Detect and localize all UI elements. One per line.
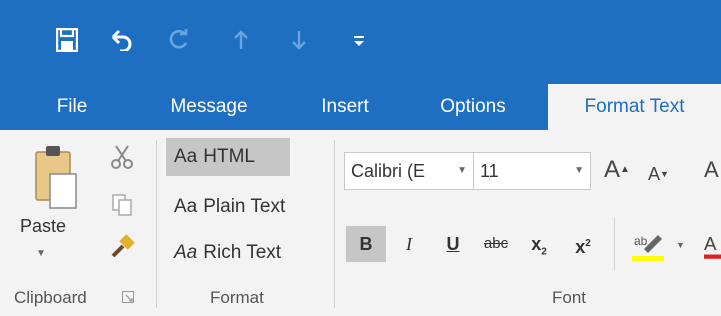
font-group-label: Font	[552, 288, 587, 307]
highlight-color-icon[interactable]: ab	[628, 228, 668, 264]
font-size-value: 11	[480, 161, 499, 181]
ribbon-tabs: File Message Insert Options Format Text	[0, 84, 721, 130]
bold-button[interactable]: B	[346, 226, 386, 262]
format-plain-text-option[interactable]: Aa Plain Text	[166, 188, 312, 226]
superscript-button[interactable]: x2	[568, 226, 598, 262]
font-name-dropdown-icon[interactable]: ▼	[457, 153, 467, 189]
customize-icon[interactable]	[344, 22, 374, 58]
format-html-label: HTML	[203, 146, 255, 167]
font-color-icon[interactable]: A	[704, 228, 721, 264]
cut-icon[interactable]	[108, 144, 136, 170]
format-plain-text-prefix: Aa	[174, 196, 198, 217]
save-icon[interactable]	[52, 22, 82, 58]
font-separator	[614, 218, 615, 270]
paste-button[interactable]	[14, 140, 84, 270]
clipboard-dialog-launcher-icon[interactable]	[120, 288, 136, 306]
change-case-icon[interactable]: A	[704, 152, 719, 188]
font-name-value: Calibri (E	[351, 161, 426, 181]
group-separator	[334, 140, 335, 308]
tab-options[interactable]: Options	[412, 84, 534, 130]
font-name-combobox[interactable]: Calibri (E ▼	[344, 152, 474, 190]
paste-dropdown-icon[interactable]: ▼	[36, 248, 46, 259]
quick-access-toolbar	[0, 0, 721, 84]
format-rich-text-label: Rich Text	[203, 242, 282, 263]
strikethrough-button[interactable]: abc	[478, 226, 514, 262]
up-arrow-icon[interactable]	[226, 22, 256, 58]
format-rich-text-option[interactable]: Aa Rich Text	[166, 234, 312, 272]
subscript-button[interactable]: x2	[524, 226, 554, 262]
tab-message[interactable]: Message	[146, 84, 272, 130]
tab-insert[interactable]: Insert	[296, 84, 394, 130]
italic-button[interactable]: I	[396, 226, 422, 262]
copy-icon[interactable]	[108, 192, 136, 218]
svg-text:ab: ab	[634, 234, 648, 248]
ribbon: Paste ▼ Clipboard AaHTML AaPlain Text	[0, 130, 721, 316]
format-html-prefix: Aa	[174, 146, 198, 167]
undo-icon[interactable]	[106, 22, 136, 58]
format-painter-icon[interactable]	[108, 234, 136, 260]
subscript-label: x	[531, 234, 542, 254]
redo-icon[interactable]	[164, 22, 194, 58]
highlight-dropdown-icon[interactable]: ▼	[676, 240, 685, 250]
font-size-combobox[interactable]: 11 ▼	[473, 152, 591, 190]
paste-icon	[35, 146, 77, 209]
group-separator	[156, 140, 157, 308]
format-plain-text-label: Plain Text	[203, 196, 286, 217]
down-arrow-icon[interactable]	[284, 22, 314, 58]
underline-button[interactable]: U	[440, 226, 466, 262]
format-rich-text-prefix: Aa	[174, 242, 198, 263]
shrink-font-icon[interactable]: A▼	[648, 156, 669, 192]
tab-file[interactable]: File	[30, 84, 114, 130]
format-html-option[interactable]: Aa HTML	[166, 138, 290, 176]
tab-format-text[interactable]: Format Text	[548, 84, 721, 130]
paste-label: Paste	[20, 216, 67, 236]
format-group-label: Format	[210, 288, 264, 307]
svg-text:A: A	[704, 233, 717, 254]
superscript-label: x	[575, 237, 586, 257]
grow-font-icon[interactable]: A▲	[604, 152, 630, 188]
clipboard-group-label: Clipboard	[14, 288, 87, 307]
font-size-dropdown-icon[interactable]: ▼	[574, 153, 584, 189]
